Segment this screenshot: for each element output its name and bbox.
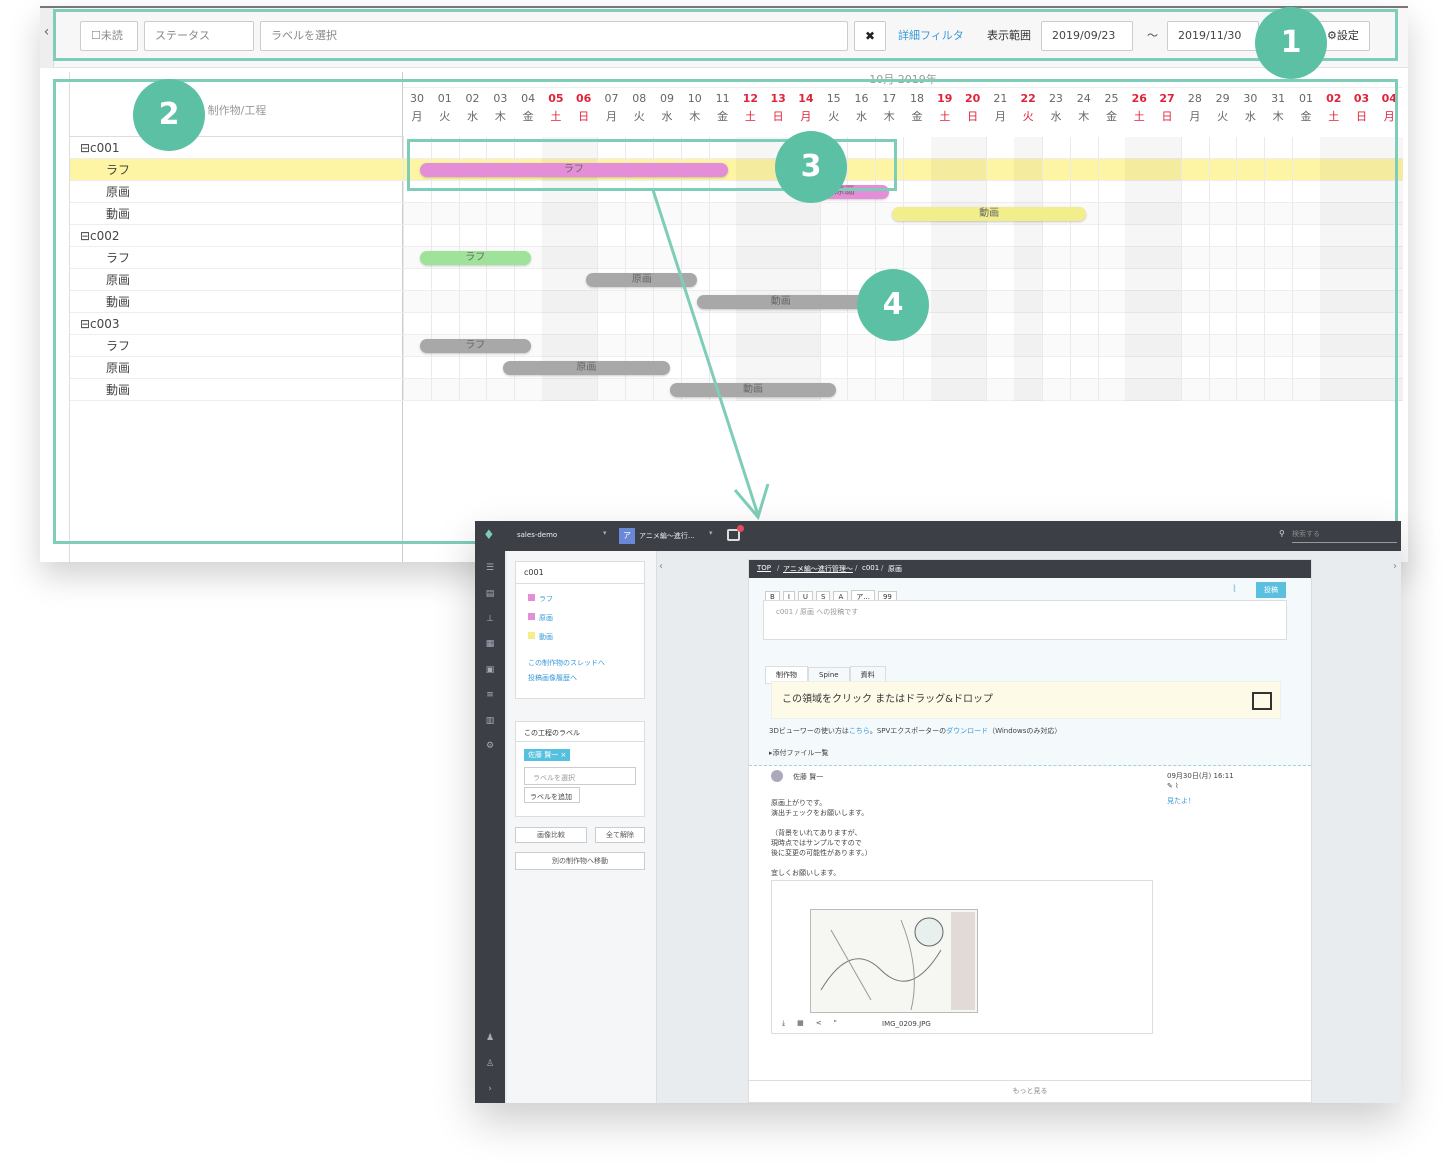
gantt-icon[interactable]: ≡ xyxy=(483,690,497,704)
work-caret-icon[interactable]: ▾ xyxy=(709,529,713,537)
work-title: c001 xyxy=(516,562,644,584)
attached-image[interactable] xyxy=(810,909,978,1013)
post-textarea[interactable]: c001 / 原画 への投稿です xyxy=(763,600,1287,640)
compare-button[interactable]: 画像比較 xyxy=(515,827,587,843)
attachments-toggle[interactable]: ▸添付ファイル一覧 xyxy=(769,748,829,758)
post-author[interactable]: 佐藤 賢一 xyxy=(793,772,823,782)
label-tag[interactable]: 佐藤 賢一 × xyxy=(524,749,571,761)
right-arrow-icon[interactable]: › xyxy=(1393,561,1397,572)
left-arrow-icon[interactable]: ‹ xyxy=(659,561,663,572)
process-label: ラフ xyxy=(539,595,553,603)
history-link[interactable]: 投稿画像履歴へ xyxy=(516,673,644,683)
post-line: 原画上がりです。 xyxy=(771,799,827,807)
board-icon[interactable]: ▤ xyxy=(483,589,497,603)
label-section-title: この工程のラベル xyxy=(516,722,644,742)
clear-all-button[interactable]: 全て解除 xyxy=(595,827,645,843)
download-link[interactable]: ダウンロード xyxy=(946,727,988,735)
breadcrumb-sep: / xyxy=(855,564,858,572)
work-card: c001 ラフ原画動画 この制作物のスレッドへ 投稿画像履歴へ xyxy=(515,561,645,699)
work-icon: ア xyxy=(619,528,635,544)
project-selector[interactable]: sales-demo xyxy=(517,531,557,539)
breadcrumb-work[interactable]: アニメ編〜進行管理〜 xyxy=(783,564,853,574)
breadcrumb-item[interactable]: c001 xyxy=(862,564,879,572)
label-select[interactable]: ラベルを選択 xyxy=(524,767,636,785)
notification-dot xyxy=(737,525,744,532)
app-logo-icon[interactable]: ♦ xyxy=(483,528,495,543)
dropzone[interactable]: この領域をクリック またはドラッグ&ドロップ xyxy=(771,681,1281,719)
users-icon[interactable]: ♟ xyxy=(483,1033,497,1047)
step-badge-4: 4 xyxy=(857,269,929,341)
sketch-illustration xyxy=(820,912,975,1011)
picture-icon xyxy=(1252,692,1272,710)
image-icon[interactable]: ▣ xyxy=(483,665,497,679)
gear-icon[interactable]: ⚙ xyxy=(483,741,497,755)
more-button[interactable]: もっと見る xyxy=(749,1080,1311,1100)
post-editor: B I U S A ア... 99 ⌇ 投稿 c001 / 原画 への投稿です 制作物 Spi… xyxy=(749,578,1311,766)
dropzone-text: この領域をクリック またはドラッグ&ドロップ xyxy=(782,694,993,705)
work-selector[interactable]: アニメ編〜進行... xyxy=(639,531,695,541)
list-icon[interactable]: ☰ xyxy=(483,563,497,577)
process-color-swatch xyxy=(528,594,535,601)
viewer-help-text: 3Dビューワーの使い方は xyxy=(769,727,849,735)
post-line: 現時点ではサンプルですので xyxy=(771,839,862,847)
move-button[interactable]: 別の制作物へ移動 xyxy=(515,852,645,870)
post-panel: TOP / アニメ編〜進行管理〜 / c001 / 原画 B I U S A ア... 99… xyxy=(748,559,1312,1103)
search-icon: ⚲ xyxy=(1279,529,1285,538)
thread-link[interactable]: この制作物のスレッドへ xyxy=(516,653,644,673)
process-color-swatch xyxy=(528,613,535,620)
search-input[interactable]: 検索する xyxy=(1292,529,1397,543)
work-info-panel: c001 ラフ原画動画 この制作物のスレッドへ 投稿画像履歴へ この工程のラベル… xyxy=(507,551,657,1103)
document-icon[interactable]: ▥ xyxy=(483,716,497,730)
post-line: 演出チェックをお願いします。 xyxy=(771,809,869,817)
side-nav: ☰ ▤ ⊥ ▦ ▣ ≡ ▥ ⚙ ♟ ♙ › xyxy=(475,551,505,1103)
label-card: この工程のラベル 佐藤 賢一 × ラベルを選択 ラベルを追加 xyxy=(515,721,645,817)
avatar xyxy=(771,770,783,782)
edit-icon[interactable]: ✎ ⌇ xyxy=(1167,782,1179,790)
detail-window: ♦ sales-demo ▾ ア アニメ編〜進行... ▾ ⚲ 検索する ☰ ▤… xyxy=(475,521,1401,1103)
step-badge-1: 1 xyxy=(1255,7,1327,79)
post-line xyxy=(771,858,872,868)
process-label: 原画 xyxy=(539,614,553,622)
tree-icon[interactable]: ⊥ xyxy=(483,614,497,628)
viewer-help: 3Dビューワーの使い方はこちら。SPVエクスポーターのダウンロード（Window… xyxy=(769,726,1061,736)
windows-note: （Windowsのみ対応） xyxy=(988,727,1062,735)
breadcrumb-top[interactable]: TOP xyxy=(757,564,771,572)
breadcrumb-sep: / xyxy=(881,564,884,572)
post-date: 09月30日(月) 16:11 xyxy=(1167,772,1234,780)
top-navbar: ♦ sales-demo ▾ ア アニメ編〜進行... ▾ ⚲ 検索する xyxy=(475,521,1401,551)
process-item[interactable]: ラフ xyxy=(528,590,632,609)
post-line: 後に変更の可能性があります。） xyxy=(771,849,872,857)
grid-icon[interactable]: ▦ xyxy=(483,639,497,653)
breadcrumb: TOP / アニメ編〜進行管理〜 / c001 / 原画 xyxy=(749,560,1311,578)
post-line xyxy=(771,818,872,828)
file-name[interactable]: IMG_0209.JPG xyxy=(882,1020,931,1028)
process-color-swatch xyxy=(528,632,535,639)
expand-icon[interactable]: › xyxy=(483,1084,497,1098)
exporter-text: 。SPVエクスポーターの xyxy=(869,727,947,735)
step-badge-2: 2 xyxy=(133,79,205,151)
seen-link[interactable]: 見たよ！ xyxy=(1167,796,1195,806)
attachment-icon[interactable]: ⌇ xyxy=(1232,584,1237,595)
process-item[interactable]: 動画 xyxy=(528,628,632,647)
breadcrumb-process: 原画 xyxy=(888,565,902,573)
image-actions[interactable]: ⤓▦<" xyxy=(782,1019,849,1028)
attachments-label: 添付ファイル一覧 xyxy=(772,749,829,757)
step-badge-3: 3 xyxy=(775,131,847,203)
process-item[interactable]: 原画 xyxy=(528,609,632,628)
post-button[interactable]: 投稿 xyxy=(1256,582,1286,598)
breadcrumb-sep: / xyxy=(777,564,780,572)
project-caret-icon[interactable]: ▾ xyxy=(603,529,607,537)
user-settings-icon[interactable]: ♙ xyxy=(483,1059,497,1073)
image-attachment: ⤓▦<" IMG_0209.JPG xyxy=(771,880,1153,1034)
post-line: 宜しくお願いします。 xyxy=(771,869,841,877)
post-line: （背景をいれてありますが、 xyxy=(771,829,862,837)
label-add-button[interactable]: ラベルを追加 xyxy=(524,787,580,803)
here-link[interactable]: こちら xyxy=(849,727,870,735)
process-label: 動画 xyxy=(539,633,553,641)
